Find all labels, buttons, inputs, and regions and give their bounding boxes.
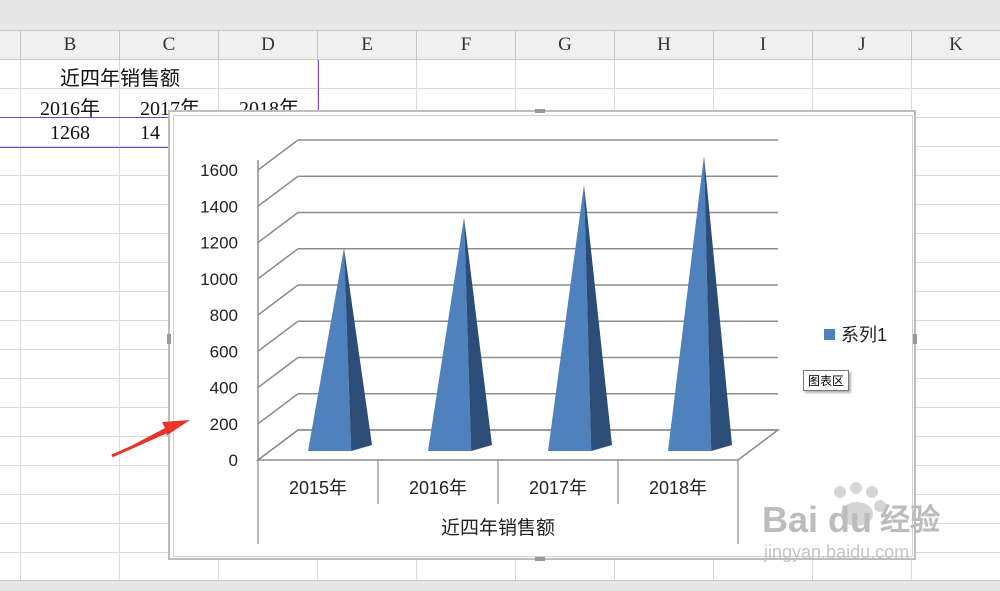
selection-border xyxy=(0,147,170,148)
toolbar-area xyxy=(0,0,1000,31)
watermark-brand2: du xyxy=(828,499,872,540)
column-header-j[interactable]: J xyxy=(813,31,912,59)
baidu-watermark: Bai du 经验 jingyan.baidu.com xyxy=(762,482,940,562)
column-header-c[interactable]: C xyxy=(120,31,219,59)
chart-area-tooltip: 图表区 xyxy=(803,370,850,391)
sheet-tab-bar xyxy=(0,580,1000,591)
selection-border xyxy=(318,60,319,116)
resize-handle-bottom[interactable] xyxy=(535,557,545,561)
column-header-i[interactable]: I xyxy=(714,31,813,59)
column-header-a[interactable] xyxy=(0,31,21,59)
resize-handle-right[interactable] xyxy=(913,334,917,344)
column-header-h[interactable]: H xyxy=(615,31,714,59)
resize-handle-left[interactable] xyxy=(167,334,171,344)
column-header-f[interactable]: F xyxy=(417,31,516,59)
column-header-b[interactable]: B xyxy=(21,31,120,59)
cell-title[interactable]: 近四年销售额 xyxy=(22,62,218,91)
column-header-d[interactable]: D xyxy=(219,31,318,59)
watermark-url: jingyan.baidu.com xyxy=(763,542,909,562)
column-header-row: B C D E F G H I J K xyxy=(0,31,1000,60)
watermark-text: 经验 xyxy=(880,503,940,537)
resize-handle-top[interactable] xyxy=(535,109,545,113)
cell-value-2016[interactable]: 1268 xyxy=(20,122,120,145)
column-header-k[interactable]: K xyxy=(912,31,1000,59)
column-header-e[interactable]: E xyxy=(318,31,417,59)
watermark-brand: Bai xyxy=(762,499,818,540)
column-header-g[interactable]: G xyxy=(516,31,615,59)
